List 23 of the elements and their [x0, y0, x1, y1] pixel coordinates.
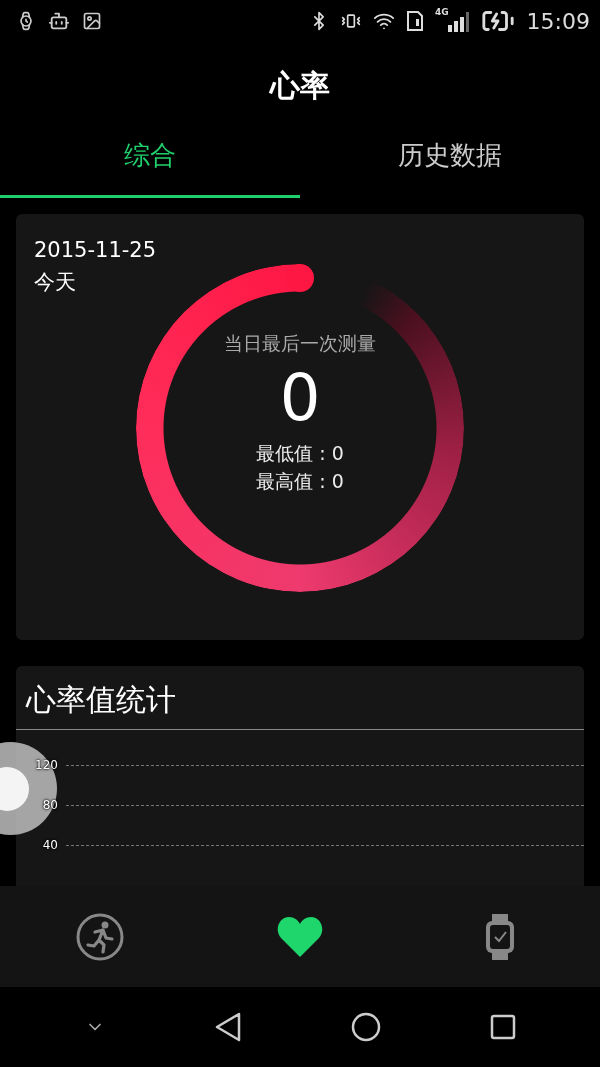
clock-time: 15:09	[526, 8, 590, 34]
tab[interactable]: 历史数据	[300, 130, 600, 198]
signal-icon	[446, 10, 469, 32]
vibrate-icon	[340, 11, 361, 31]
square-icon	[489, 1014, 516, 1040]
network-type: 4G	[434, 7, 449, 17]
image-icon	[82, 11, 102, 31]
date-text: 2015-11-25	[34, 237, 158, 264]
sim-card-icon	[406, 11, 423, 31]
y-tick-label: 40	[41, 838, 58, 852]
page-title: 心率	[270, 66, 330, 105]
runner-icon	[75, 911, 125, 962]
heart-icon	[276, 915, 324, 958]
day-text: 今天	[34, 269, 77, 296]
stats-title: 心率值统计	[16, 666, 584, 730]
measurement-caption: 当日最后一次测量	[224, 331, 376, 356]
heart-rate-value: 0	[279, 360, 321, 437]
triangle-icon	[213, 1012, 242, 1042]
min-value: 最低值 : 0	[256, 441, 344, 466]
max-value: 最高值 : 0	[256, 469, 344, 494]
watch-icon	[485, 913, 515, 960]
tab[interactable]: 综合	[0, 130, 300, 198]
circle-icon	[350, 1012, 381, 1042]
